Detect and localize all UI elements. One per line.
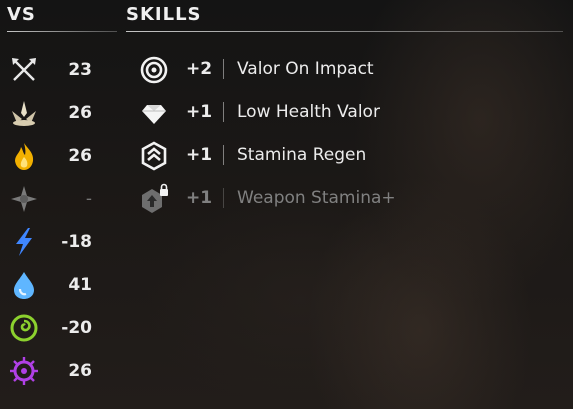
vs-header: VS (7, 4, 36, 25)
skill-row-low-health-valor[interactable]: +1 Low Health Valor (126, 95, 566, 133)
stats-panel: VS SKILLS 23 26 26 - -18 41 -20 26 +2 Va… (0, 0, 573, 409)
skill-separator (223, 188, 224, 208)
vs-row-purgewater: 26 (0, 353, 120, 393)
vs-row-fire: 26 (0, 138, 120, 178)
vs-row-ranged: 26 (0, 95, 120, 135)
skill-level: +1 (186, 188, 213, 208)
vs-divider (7, 31, 117, 32)
skill-level: +1 (186, 145, 213, 165)
vs-row-tear: - (0, 181, 120, 221)
melee-icon (12, 58, 36, 81)
shock-icon (16, 228, 32, 256)
vs-row-melee: 23 (0, 52, 120, 92)
skill-name: Weapon Stamina+ (237, 188, 396, 208)
skill-row-weapon-stamina-locked[interactable]: +1 Weapon Stamina+ (126, 181, 566, 219)
tear-icon (11, 186, 37, 212)
valor-target-icon (140, 56, 168, 84)
vs-value: 26 (68, 361, 92, 381)
frost-icon (14, 272, 34, 299)
weapon-stamina-locked-icon (142, 183, 168, 213)
vs-value: 41 (68, 275, 92, 295)
skill-name: Valor On Impact (237, 59, 374, 79)
vs-value: -20 (61, 318, 92, 338)
skill-name: Stamina Regen (237, 145, 367, 165)
skill-separator (223, 59, 224, 79)
vs-value: 26 (68, 146, 92, 166)
skill-separator (223, 102, 224, 122)
skill-row-valor-on-impact[interactable]: +2 Valor On Impact (126, 52, 566, 90)
vs-value: 23 (68, 60, 92, 80)
stamina-regen-icon (141, 141, 167, 171)
vs-value: -18 (61, 232, 92, 252)
acid-icon (10, 314, 38, 342)
purgewater-icon (10, 357, 38, 385)
skill-name: Low Health Valor (237, 102, 380, 122)
skill-separator (223, 145, 224, 165)
fire-icon (15, 143, 34, 170)
ranged-icon (12, 101, 36, 126)
vs-row-acid: -20 (0, 310, 120, 350)
vs-row-frost: 41 (0, 267, 120, 307)
vs-row-shock: -18 (0, 224, 120, 264)
gem-icon (142, 105, 166, 124)
vs-value: 26 (68, 103, 92, 123)
skill-level: +2 (186, 59, 213, 79)
skill-level: +1 (186, 102, 213, 122)
skills-divider (126, 31, 563, 32)
skill-row-stamina-regen[interactable]: +1 Stamina Regen (126, 138, 566, 176)
skills-header: SKILLS (126, 4, 202, 25)
vs-value: - (85, 189, 92, 209)
